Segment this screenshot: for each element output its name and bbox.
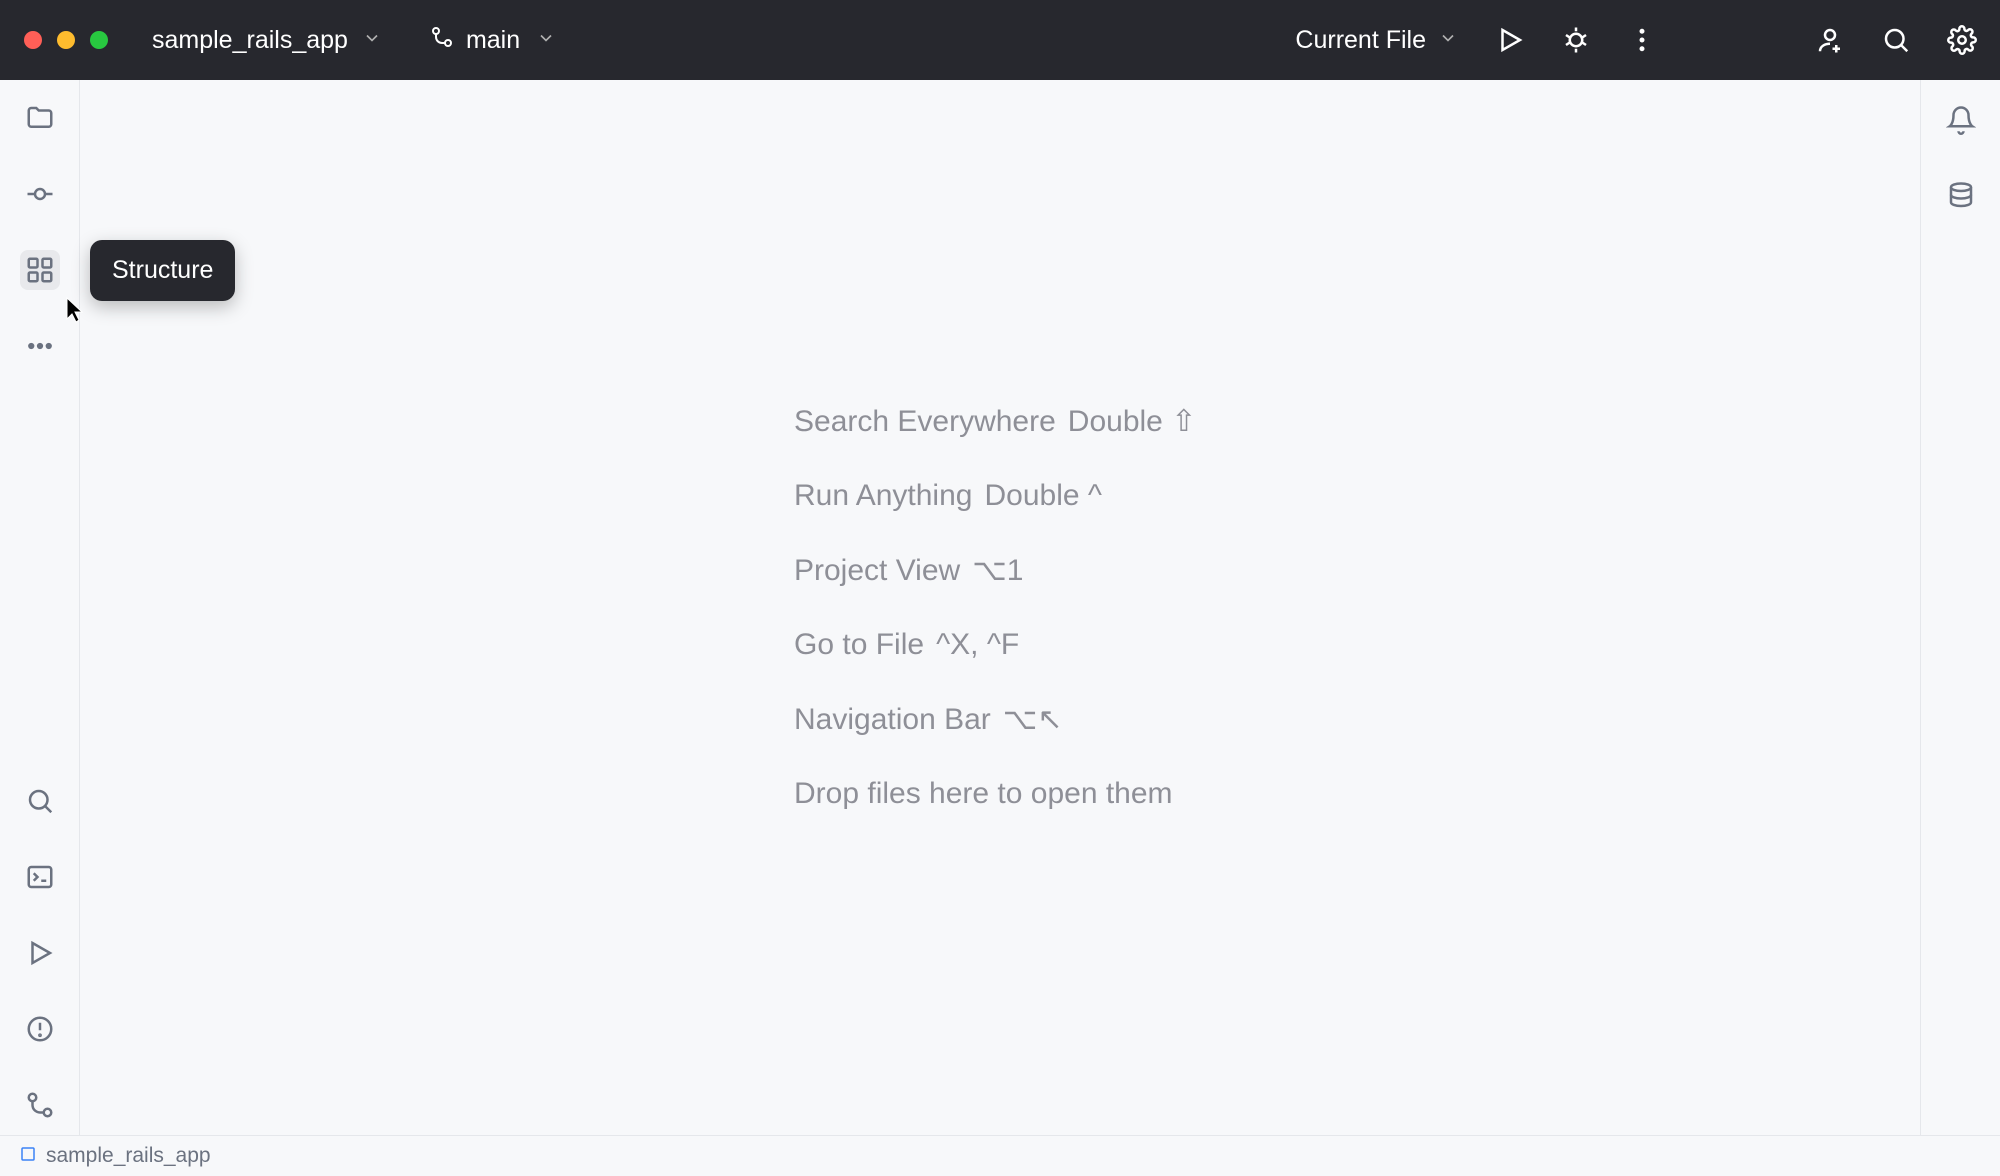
module-icon	[20, 1144, 36, 1168]
branch-name: main	[466, 26, 520, 55]
code-with-me-button[interactable]	[1806, 16, 1854, 64]
hints-list: Search Everywhere Double ⇧ Run Anything …	[794, 404, 1196, 811]
hint-navigation-bar: Navigation Bar ⌥↖	[794, 702, 1196, 737]
project-selector[interactable]: sample_rails_app	[142, 20, 392, 61]
hint-shortcut: ⌥1	[972, 553, 1023, 588]
hint-search-everywhere: Search Everywhere Double ⇧	[794, 404, 1196, 439]
vcs-tool-button[interactable]	[20, 1085, 60, 1125]
left-tool-rail	[0, 80, 80, 1135]
hint-label: Navigation Bar	[794, 703, 991, 737]
editor-empty-state[interactable]: Search Everywhere Double ⇧ Run Anything …	[80, 80, 1920, 1135]
more-tool-windows-button[interactable]	[20, 326, 60, 366]
status-project-label[interactable]: sample_rails_app	[46, 1144, 211, 1168]
project-name: sample_rails_app	[152, 26, 348, 55]
title-bar: sample_rails_app main Current File	[0, 0, 2000, 80]
chevron-down-icon	[1438, 26, 1458, 55]
hint-label: Go to File	[794, 628, 924, 662]
more-actions-button[interactable]	[1618, 16, 1666, 64]
find-tool-button[interactable]	[20, 781, 60, 821]
run-tool-button[interactable]	[20, 933, 60, 973]
right-tool-rail	[1920, 80, 2000, 1135]
run-button[interactable]	[1486, 16, 1534, 64]
chevron-down-icon	[536, 26, 556, 55]
mouse-cursor-icon	[66, 297, 84, 323]
hint-shortcut: ^X, ^F	[936, 628, 1019, 662]
maximize-window-button[interactable]	[90, 31, 108, 49]
commit-tool-button[interactable]	[20, 174, 60, 214]
run-config-selector[interactable]: Current File	[1285, 20, 1468, 61]
chevron-down-icon	[362, 26, 382, 55]
hint-run-anything: Run Anything Double ^	[794, 479, 1196, 513]
branch-icon	[430, 25, 454, 56]
branch-selector[interactable]: main	[420, 19, 566, 62]
project-tool-button[interactable]	[20, 98, 60, 138]
hint-shortcut: Double ⇧	[1068, 404, 1197, 439]
debug-button[interactable]	[1552, 16, 1600, 64]
terminal-tool-button[interactable]	[20, 857, 60, 897]
hint-label: Project View	[794, 554, 960, 588]
structure-tool-button[interactable]	[20, 250, 60, 290]
hint-label: Run Anything	[794, 479, 972, 513]
search-everywhere-button[interactable]	[1872, 16, 1920, 64]
hint-label: Drop files here to open them	[794, 777, 1173, 811]
problems-tool-button[interactable]	[20, 1009, 60, 1049]
hint-label: Search Everywhere	[794, 405, 1056, 439]
hint-shortcut: ⌥↖	[1003, 702, 1063, 737]
hint-drop-files: Drop files here to open them	[794, 777, 1196, 811]
close-window-button[interactable]	[24, 31, 42, 49]
window-controls	[24, 31, 108, 49]
minimize-window-button[interactable]	[57, 31, 75, 49]
notifications-tool-button[interactable]	[1941, 100, 1981, 140]
status-bar: sample_rails_app	[0, 1135, 2000, 1176]
database-tool-button[interactable]	[1941, 176, 1981, 216]
hint-go-to-file: Go to File ^X, ^F	[794, 628, 1196, 662]
tooltip-structure: Structure	[90, 240, 235, 301]
hint-project-view: Project View ⌥1	[794, 553, 1196, 588]
run-config-label: Current File	[1295, 26, 1426, 55]
hint-shortcut: Double ^	[984, 479, 1101, 513]
settings-button[interactable]	[1938, 16, 1986, 64]
tooltip-text: Structure	[112, 256, 213, 284]
main-area: Structure	[0, 80, 2000, 1135]
